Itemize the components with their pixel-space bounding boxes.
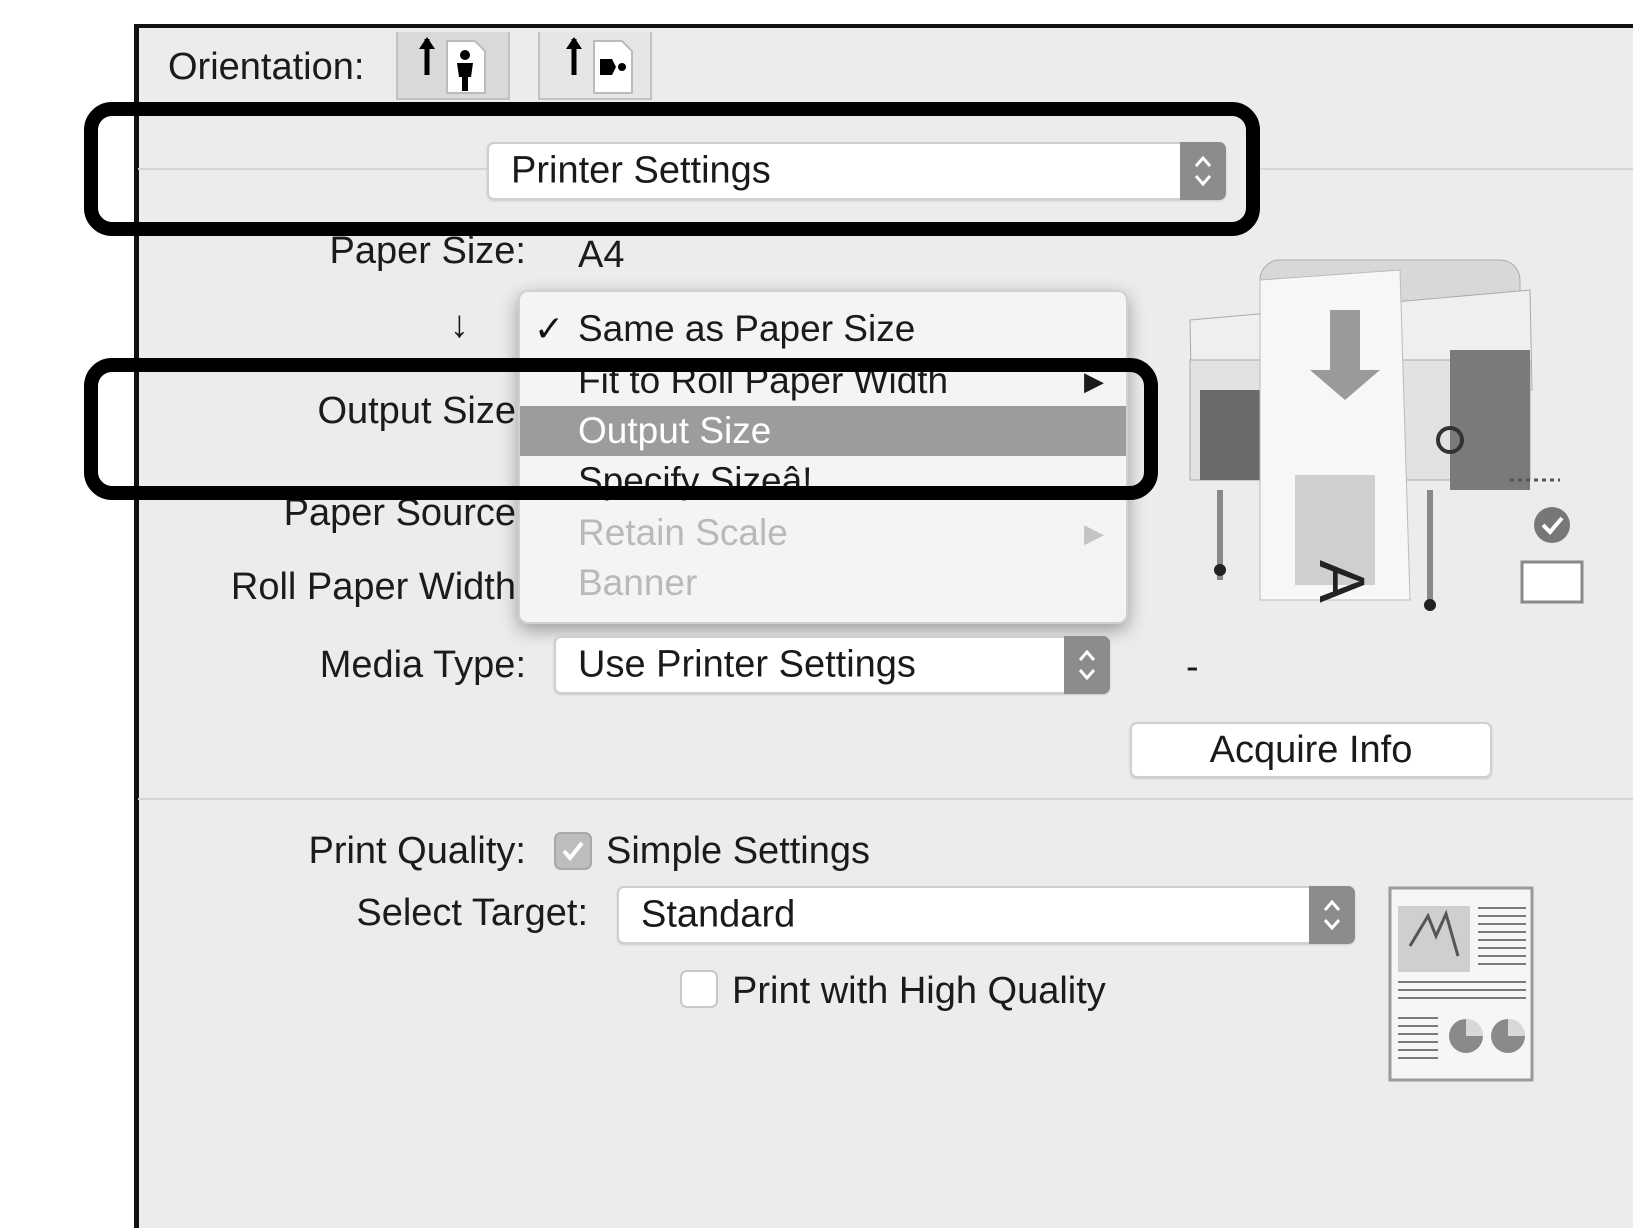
paper-source-label: Paper Source <box>283 492 516 534</box>
media-type-value: Use Printer Settings <box>578 643 916 686</box>
section-divider-right <box>1258 168 1633 170</box>
high-quality-checkbox[interactable] <box>680 970 718 1008</box>
paper-size-value: A4 <box>578 234 625 276</box>
output-size-label: Output Size <box>317 390 516 432</box>
svg-text:A: A <box>1306 560 1378 603</box>
output-size-menu[interactable]: ✓ Same as Paper Size Fit to Roll Paper W… <box>518 290 1128 624</box>
select-target-label: Select Target: <box>356 892 588 934</box>
orientation-portrait-button[interactable] <box>396 32 510 100</box>
media-type-extra: - <box>1186 646 1199 688</box>
orientation-landscape-button[interactable] <box>538 32 652 100</box>
menu-item-label: Banner <box>578 562 698 603</box>
menu-item-label: Same as Paper Size <box>578 308 916 349</box>
down-arrow-icon: ↓ <box>450 304 469 346</box>
section-popup-value: Printer Settings <box>511 149 771 192</box>
acquire-info-button[interactable]: Acquire Info <box>1130 722 1492 778</box>
landscape-orientation-icon <box>566 37 633 94</box>
high-quality-label: Print with High Quality <box>732 970 1106 1012</box>
menu-item-label: Specify Sizeâ! <box>578 460 813 501</box>
updown-chevron-icon <box>1180 142 1226 200</box>
checkmark-icon <box>562 841 584 862</box>
select-target-value: Standard <box>641 893 796 936</box>
section-divider-left <box>138 168 488 170</box>
checkmark-icon: ✓ <box>534 308 565 349</box>
media-type-label: Media Type: <box>319 644 526 686</box>
media-type-popup[interactable]: Use Printer Settings <box>554 636 1110 694</box>
menu-item-banner: Banner <box>520 558 1126 608</box>
section-divider-quality <box>138 798 1633 800</box>
menu-item-label: Output Size <box>578 410 772 451</box>
simple-settings-checkbox[interactable] <box>554 832 592 870</box>
submenu-arrow-icon: ▶ <box>1084 517 1104 548</box>
menu-item-fit-to-roll-paper-width[interactable]: Fit to Roll Paper Width ▶ <box>520 356 1126 406</box>
large-format-printer-illustration: A <box>1189 259 1584 611</box>
updown-chevron-icon <box>1309 886 1355 944</box>
menu-item-specify-size[interactable]: Specify Sizeâ! <box>520 456 1126 506</box>
menu-item-label: Retain Scale <box>578 512 788 553</box>
paper-size-label: Paper Size: <box>329 230 526 272</box>
simple-settings-label: Simple Settings <box>606 830 871 872</box>
print-quality-label: Print Quality: <box>308 830 526 872</box>
section-popup[interactable]: Printer Settings <box>487 142 1226 200</box>
document-preview-icon <box>1388 886 1534 1082</box>
portrait-orientation-icon <box>419 37 486 94</box>
updown-chevron-icon <box>1064 636 1110 694</box>
menu-item-same-as-paper-size[interactable]: ✓ Same as Paper Size <box>520 304 1126 354</box>
roll-paper-width-label: Roll Paper Width <box>230 566 516 608</box>
submenu-arrow-icon: ▶ <box>1084 365 1104 396</box>
menu-item-retain-scale: Retain Scale ▶ <box>520 508 1126 558</box>
menu-item-output-size[interactable]: Output Size <box>520 406 1126 456</box>
orientation-label: Orientation: <box>168 46 365 88</box>
select-target-popup[interactable]: Standard <box>617 886 1355 944</box>
menu-item-label: Fit to Roll Paper Width <box>578 360 949 401</box>
